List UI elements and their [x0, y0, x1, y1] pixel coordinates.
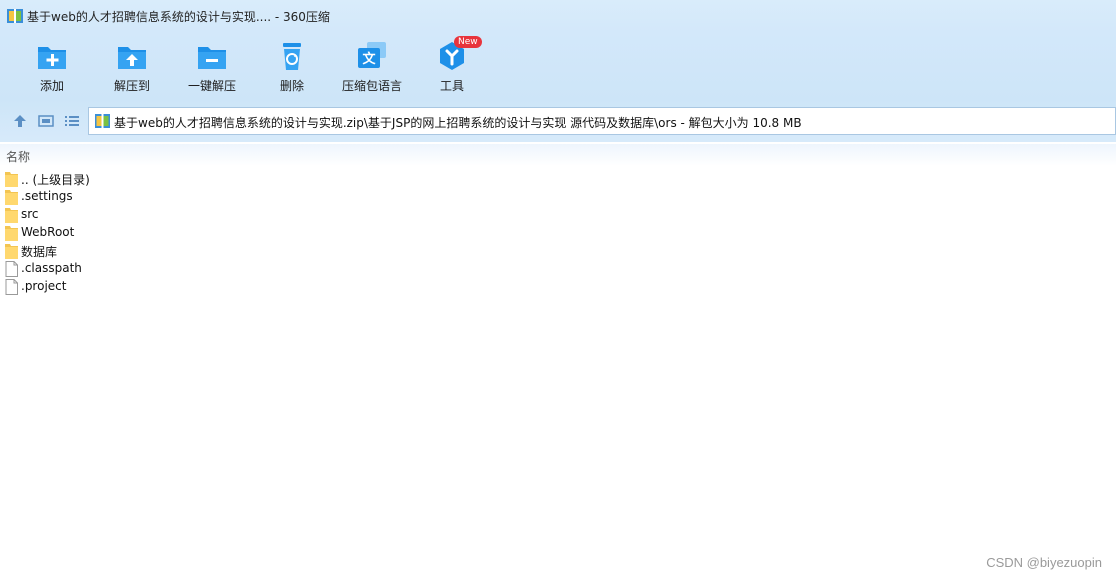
file-icon: [5, 261, 18, 277]
file-name: src: [21, 207, 39, 221]
list-item-classpath[interactable]: .classpath: [0, 260, 1116, 278]
extract-to-button[interactable]: 解压到: [92, 38, 172, 98]
add-folder-icon: [38, 47, 66, 69]
folder-icon: [5, 208, 18, 223]
window-title: 基于web的人才招聘信息系统的设计与实现.... - 360压缩: [27, 10, 330, 24]
file-name: .project: [21, 279, 67, 293]
archive-app-icon: [7, 9, 23, 23]
list-item-settings[interactable]: .settings: [0, 188, 1116, 206]
toolbar: 添加 解压到 一键解压 删除 文 压缩包语言 New 工具: [0, 32, 1116, 100]
path-text: 基于web的人才招聘信息系统的设计与实现.zip\基于JSP的网上招聘系统的设计…: [114, 116, 802, 130]
thumbnail-view-icon[interactable]: [38, 113, 54, 129]
one-click-extract-label: 一键解压: [187, 79, 236, 93]
list-view-icon[interactable]: [64, 113, 80, 129]
add-label: 添加: [39, 79, 64, 93]
extract-to-icon: [118, 47, 146, 69]
delete-button[interactable]: 删除: [252, 38, 332, 98]
language-icon: 文: [358, 42, 386, 68]
extract-to-label: 解压到: [113, 79, 150, 93]
file-name: WebRoot: [21, 225, 75, 239]
trash-icon: [283, 43, 301, 70]
watermark: CSDN @biyezuopin: [986, 555, 1102, 570]
file-name: .. (上级目录): [21, 173, 90, 187]
delete-label: 删除: [279, 79, 304, 93]
up-arrow-icon[interactable]: [12, 113, 28, 129]
address-bar: 基于web的人才招聘信息系统的设计与实现.zip\基于JSP的网上招聘系统的设计…: [0, 100, 1116, 142]
archive-language-label: 压缩包语言: [341, 79, 402, 93]
folder-icon: [5, 190, 18, 205]
list-item-src[interactable]: src: [0, 206, 1116, 224]
list-item-database[interactable]: 数据库: [0, 242, 1116, 260]
file-list: .. (上级目录) .settings src WebRoot 数据库 .cla…: [0, 170, 1116, 296]
one-click-extract-button[interactable]: 一键解压: [172, 38, 252, 98]
one-click-extract-icon: [198, 47, 226, 69]
column-header-name[interactable]: 名称: [6, 148, 30, 165]
archive-file-icon: [95, 114, 110, 128]
tools-button[interactable]: New 工具: [412, 36, 492, 98]
list-header: 名称: [0, 144, 1116, 166]
file-icon: [5, 279, 18, 295]
archive-language-button[interactable]: 文 压缩包语言: [332, 38, 412, 98]
file-name: .classpath: [21, 261, 82, 275]
tools-label: 工具: [439, 79, 464, 93]
new-badge: New: [454, 36, 482, 48]
list-item-webroot[interactable]: WebRoot: [0, 224, 1116, 242]
file-name: 数据库: [21, 245, 58, 259]
file-name: .settings: [21, 189, 73, 203]
list-item-parent-dir[interactable]: .. (上级目录): [0, 170, 1116, 188]
title-bar: 基于web的人才招聘信息系统的设计与实现.... - 360压缩: [0, 0, 1116, 32]
path-field[interactable]: 基于web的人才招聘信息系统的设计与实现.zip\基于JSP的网上招聘系统的设计…: [88, 107, 1116, 135]
svg-text:文: 文: [362, 51, 376, 67]
folder-icon: [5, 226, 18, 241]
add-button[interactable]: 添加: [12, 38, 92, 98]
folder-icon: [5, 172, 18, 187]
list-item-project[interactable]: .project: [0, 278, 1116, 296]
folder-icon: [5, 244, 18, 259]
